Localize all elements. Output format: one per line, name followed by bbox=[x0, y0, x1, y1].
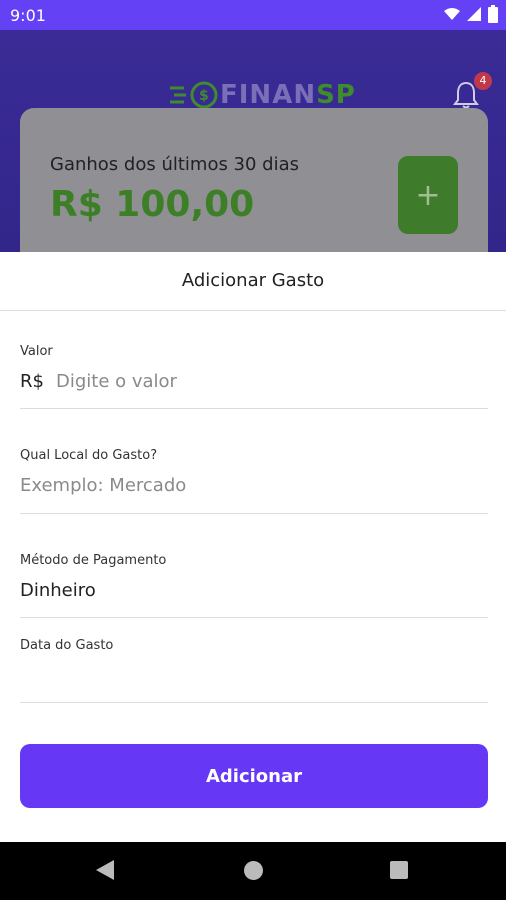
earnings-card: Ganhos dos últimos 30 dias R$ 100,00 + bbox=[20, 108, 488, 268]
date-field: Data do Gasto bbox=[20, 638, 488, 703]
status-time: 9:01 bbox=[10, 6, 46, 25]
value-field: Valor R$ Digite o valor bbox=[20, 344, 488, 409]
notification-badge: 4 bbox=[474, 72, 492, 90]
home-icon[interactable] bbox=[244, 861, 263, 880]
location-placeholder: Exemplo: Mercado bbox=[20, 475, 187, 496]
location-underline bbox=[20, 513, 488, 514]
payment-method-select[interactable]: Dinheiro bbox=[20, 580, 488, 601]
wifi-icon bbox=[444, 8, 460, 20]
date-underline bbox=[20, 702, 488, 703]
location-field: Qual Local do Gasto? Exemplo: Mercado bbox=[20, 448, 488, 514]
signal-icon bbox=[467, 7, 481, 21]
coin-speed-icon: $ bbox=[170, 81, 218, 109]
sheet-title: Adicionar Gasto bbox=[181, 270, 325, 291]
battery-icon bbox=[488, 5, 498, 23]
app-logo: $ FINANSP bbox=[170, 80, 356, 110]
status-bar: 9:01 bbox=[0, 0, 506, 30]
location-label: Qual Local do Gasto? bbox=[20, 448, 158, 463]
add-expense-button[interactable]: Adicionar bbox=[20, 744, 488, 808]
payment-method-label: Método de Pagamento bbox=[20, 553, 167, 568]
value-label: Valor bbox=[20, 344, 53, 359]
add-expense-sheet: Adicionar Gasto Valor R$ Digite o valor … bbox=[0, 252, 506, 842]
payment-method-value: Dinheiro bbox=[20, 580, 96, 601]
payment-method-field: Método de Pagamento Dinheiro bbox=[20, 553, 488, 618]
date-label: Data do Gasto bbox=[20, 638, 114, 653]
svg-text:$: $ bbox=[199, 88, 209, 104]
currency-prefix: R$ bbox=[20, 371, 44, 392]
navigation-bar bbox=[0, 842, 506, 900]
earnings-value: R$ 100,00 bbox=[50, 184, 255, 225]
value-underline bbox=[20, 408, 488, 409]
value-input[interactable]: R$ Digite o valor bbox=[20, 371, 488, 392]
value-placeholder: Digite o valor bbox=[55, 371, 177, 392]
plus-icon: + bbox=[415, 177, 441, 213]
location-input[interactable]: Exemplo: Mercado bbox=[20, 475, 488, 496]
status-icons bbox=[444, 5, 498, 23]
date-input[interactable] bbox=[20, 665, 488, 689]
logo-text: FINANSP bbox=[220, 80, 356, 110]
sheet-divider bbox=[0, 310, 506, 311]
earnings-label: Ganhos dos últimos 30 dias bbox=[50, 154, 300, 175]
back-icon[interactable] bbox=[96, 860, 114, 880]
payment-method-underline bbox=[20, 617, 488, 618]
add-earning-button[interactable]: + bbox=[398, 156, 458, 234]
recent-apps-icon[interactable] bbox=[390, 861, 408, 879]
